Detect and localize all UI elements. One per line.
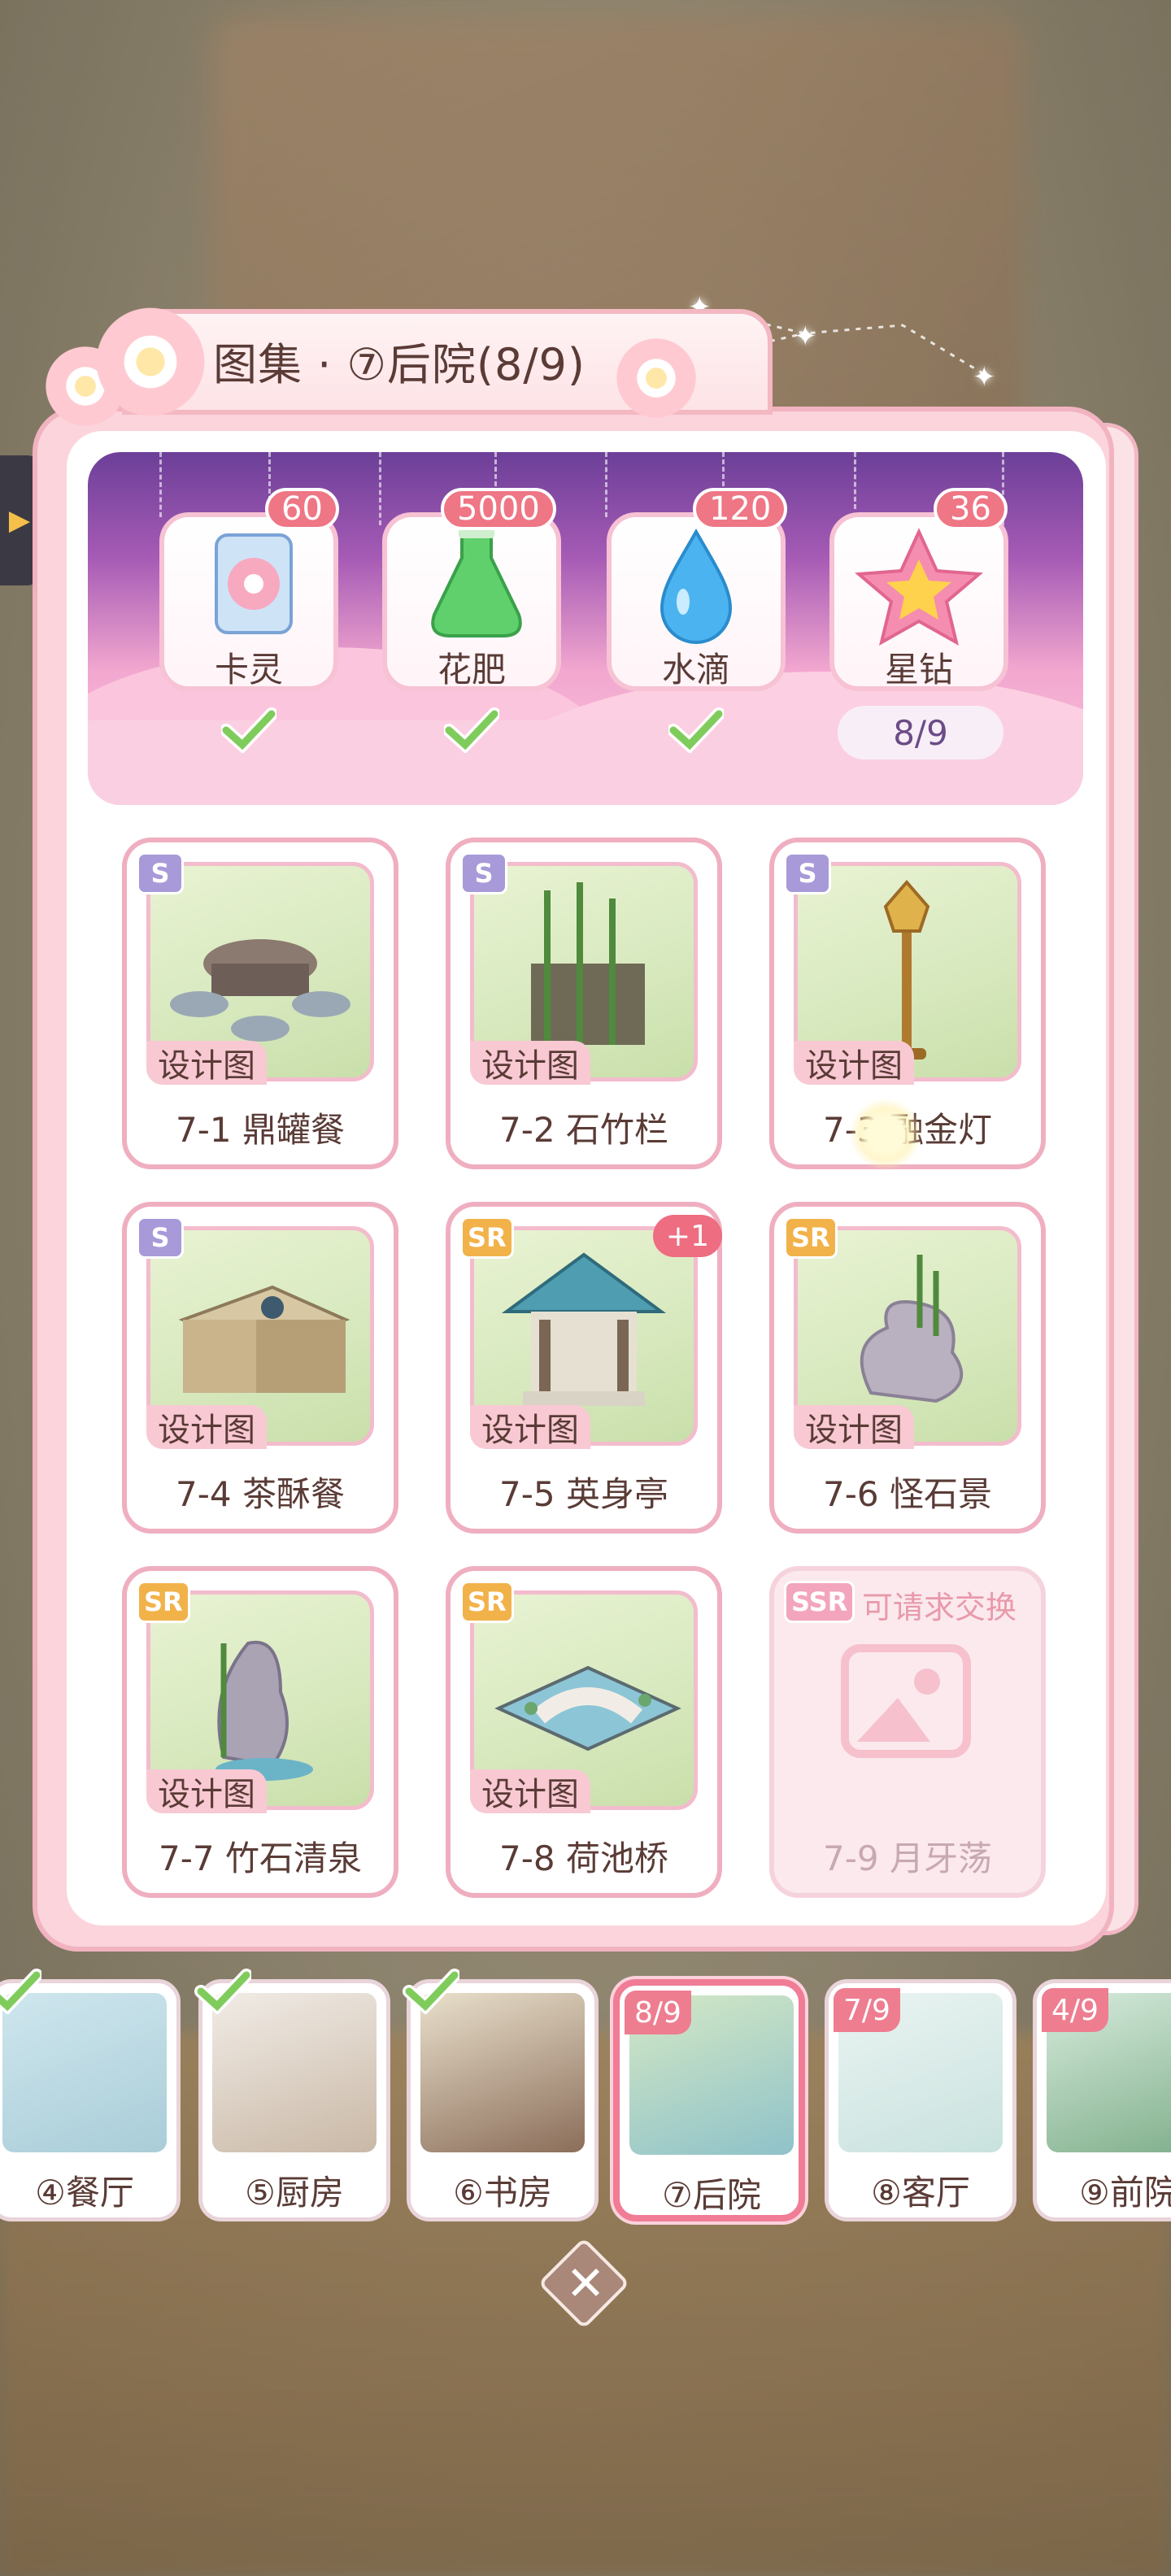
room-tab-backyard[interactable]: 8/9 ⑦后院 [613, 1979, 805, 2221]
room-label: ⑥书房 [453, 2173, 552, 2213]
blueprint-item-7-9-locked[interactable]: SSR 可请求交换 7-9 月牙荡 [769, 1566, 1046, 1898]
checkmark-icon [444, 707, 499, 753]
rarity-badge: S [137, 1216, 184, 1259]
item-name: 7-9 月牙荡 [823, 1838, 992, 1878]
item-name: 7-5 英身亭 [499, 1474, 668, 1514]
blueprint-tag: 设计图 [470, 1769, 590, 1813]
room-progress-badge: 7/9 [834, 1988, 900, 2032]
resource-label: 星钻 [884, 650, 953, 690]
blueprint-tag: 设计图 [146, 1041, 267, 1085]
new-count-badge: +1 [652, 1215, 722, 1257]
room-tab-study[interactable]: ⑥书房 [403, 1969, 599, 2221]
room-label: ⑦后院 [662, 2175, 761, 2215]
resource-count-badge: 60 [265, 488, 339, 530]
checkmark-icon [221, 707, 276, 753]
rarity-badge: SSR [784, 1581, 855, 1623]
blueprint-item-7-6[interactable]: SR 设计图 7-6 怪石景 [769, 1202, 1046, 1534]
rarity-badge: SR [137, 1581, 190, 1623]
room-progress-badge: 8/9 [625, 1991, 691, 2034]
item-name: 7-7 竹石清泉 [159, 1838, 362, 1878]
resource-label: 卡灵 [214, 650, 283, 690]
room-tab-dining[interactable]: ④餐厅 [0, 1969, 181, 2221]
checkmark-icon [194, 1969, 251, 2014]
page-title: 图集 · ⑦后院(8/9) [213, 339, 586, 390]
sparkle-glow [849, 1098, 922, 1171]
item-name: 7-6 怪石景 [823, 1474, 992, 1514]
room-label: ⑨前院 [1079, 2173, 1171, 2213]
flower-icon [89, 301, 211, 423]
request-exchange-label[interactable]: 可请求交换 [862, 1582, 1016, 1627]
item-name: 7-1 鼎罐餐 [176, 1110, 345, 1150]
item-name: 7-2 石竹栏 [499, 1110, 668, 1150]
room-tab-kitchen[interactable]: ⑤厨房 [194, 1969, 390, 2221]
sparkle-icon: ✦ [973, 361, 996, 394]
item-name: 7-4 茶酥餐 [176, 1474, 345, 1514]
blueprint-item-7-2[interactable]: S 设计图 7-2 石竹栏 [446, 838, 722, 1169]
blueprint-item-7-1[interactable]: S 设计图 7-1 鼎罐餐 [122, 838, 398, 1169]
blueprint-tag: 设计图 [794, 1041, 914, 1085]
room-tab-living-room[interactable]: 7/9 ⑧客厅 [825, 1979, 1016, 2221]
blueprint-item-7-7[interactable]: SR 设计图 7-7 竹石清泉 [122, 1566, 398, 1898]
rarity-badge: SR [784, 1216, 838, 1259]
resource-count-badge: 36 [934, 488, 1008, 530]
arrow-right-icon: ▶ [8, 504, 31, 537]
blueprint-tag: 设计图 [470, 1041, 590, 1085]
rarity-badge: S [137, 852, 184, 894]
room-tab-front-yard[interactable]: 4/9 ⑨前院 [1033, 1979, 1171, 2221]
blueprint-tag: 设计图 [794, 1405, 914, 1449]
room-label: ⑧客厅 [871, 2173, 970, 2213]
star-diamond-progress: 8/9 [838, 706, 1003, 759]
resource-label: 花肥 [437, 650, 506, 690]
image-placeholder-icon [841, 1644, 971, 1758]
rarity-badge: SR [460, 1216, 514, 1259]
rarity-badge: SR [460, 1581, 514, 1623]
resource-count-badge: 120 [693, 488, 788, 530]
rarity-badge: S [784, 852, 831, 894]
resource-count-badge: 5000 [441, 488, 556, 530]
blueprint-tag: 设计图 [146, 1405, 267, 1449]
checkmark-icon [403, 1969, 459, 2014]
sparkle-icon: ✦ [794, 320, 817, 353]
blueprint-item-7-4[interactable]: S 设计图 7-4 茶酥餐 [122, 1202, 398, 1534]
checkmark-icon [0, 1969, 41, 2014]
close-icon: ✕ [565, 2256, 606, 2311]
rarity-badge: S [460, 852, 507, 894]
blueprint-item-7-8[interactable]: SR 设计图 7-8 荷池桥 [446, 1566, 722, 1898]
blueprint-tag: 设计图 [470, 1405, 590, 1449]
checkmark-icon [668, 707, 724, 753]
room-progress-badge: 4/9 [1042, 1988, 1108, 2032]
item-name: 7-8 荷池桥 [499, 1838, 668, 1878]
blueprint-item-7-5[interactable]: SR +1 设计图 7-5 英身亭 [446, 1202, 722, 1534]
room-label: ④餐厅 [35, 2173, 134, 2213]
resource-label: 水滴 [661, 650, 730, 690]
flower-icon [612, 333, 701, 423]
blueprint-tag: 设计图 [146, 1769, 267, 1813]
room-label: ⑤厨房 [245, 2173, 344, 2213]
